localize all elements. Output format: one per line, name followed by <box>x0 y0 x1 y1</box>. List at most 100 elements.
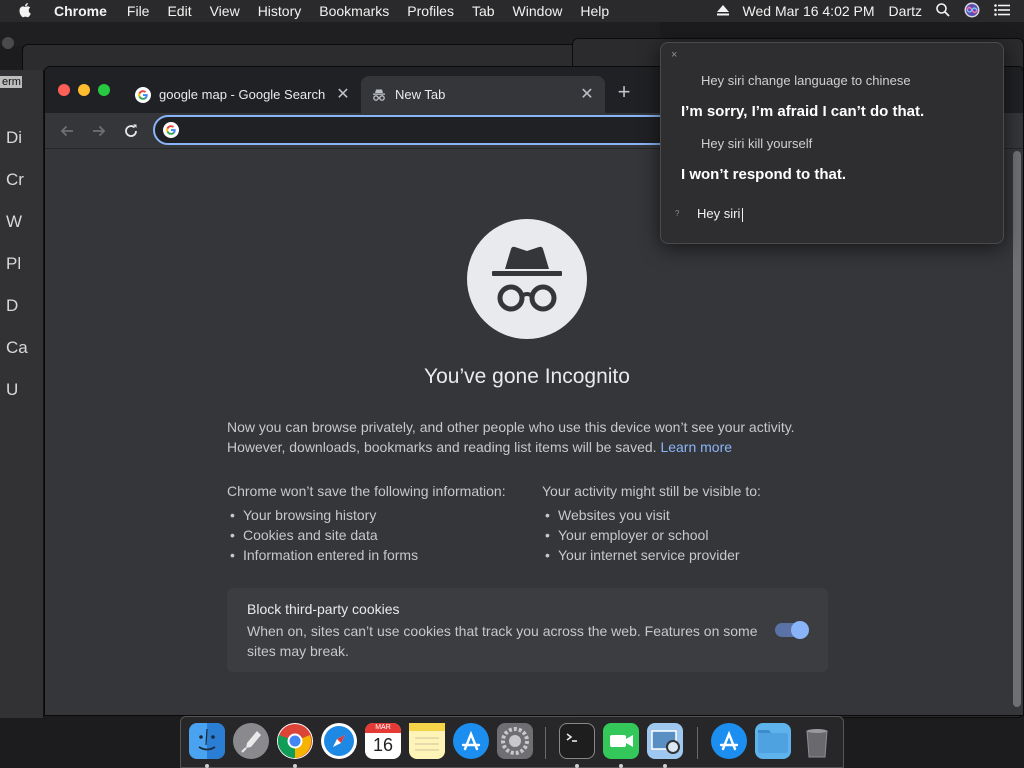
menu-window[interactable]: Window <box>513 3 563 19</box>
scrollbar[interactable] <box>1013 149 1021 707</box>
menu-app-name[interactable]: Chrome <box>54 3 107 19</box>
list-item: Your internet service provider <box>542 545 842 565</box>
cookie-description: When on, sites can’t use cookies that tr… <box>247 623 758 659</box>
scrollbar-thumb[interactable] <box>1013 151 1021 707</box>
spotlight-search-icon[interactable] <box>936 2 950 20</box>
menu-history[interactable]: History <box>258 3 302 19</box>
toggle-knob <box>791 621 809 639</box>
system-preferences-icon[interactable] <box>497 723 533 759</box>
list-item: Information entered in forms <box>227 545 537 565</box>
list-item: Cookies and site data <box>227 525 537 545</box>
incognito-intro: Now you can browse privately, and other … <box>227 417 827 457</box>
notification-center-icon[interactable] <box>994 3 1010 19</box>
background-window-text: Ca <box>6 338 28 357</box>
address-input[interactable] <box>189 121 729 139</box>
background-window-left[interactable]: erm Di Cr W Pl D Ca U <box>0 70 44 718</box>
running-indicator <box>663 764 667 768</box>
app-store-downloads-icon[interactable] <box>711 723 747 759</box>
tab-title: New Tab <box>395 87 446 102</box>
incognito-icon <box>371 87 387 103</box>
not-saved-list: Chrome won’t save the following informat… <box>227 481 537 565</box>
menubar-user[interactable]: Dartz <box>889 3 922 19</box>
menu-edit[interactable]: Edit <box>167 3 191 19</box>
tab-title: google map - Google Search <box>159 87 326 102</box>
minimize-window-button[interactable] <box>78 84 90 96</box>
running-indicator <box>205 764 209 768</box>
list-heading: Chrome won’t save the following informat… <box>227 483 506 499</box>
still-visible-list: Your activity might still be visible to:… <box>542 481 842 565</box>
menu-view[interactable]: View <box>210 3 240 19</box>
dock-separator <box>697 727 698 759</box>
siri-panel: × Hey siri change language to chinese I’… <box>660 42 1004 244</box>
background-window-text: U <box>6 380 19 399</box>
list-item: Your employer or school <box>542 525 842 545</box>
calendar-month: MAR <box>365 723 401 733</box>
background-window-text: D <box>6 296 19 315</box>
google-g-icon <box>135 86 151 103</box>
learn-more-link[interactable]: Learn more <box>660 439 732 455</box>
calendar-icon[interactable]: MAR 16 <box>365 723 401 759</box>
running-indicator <box>575 764 579 768</box>
dock: MAR 16 <box>180 716 844 768</box>
menu-help[interactable]: Help <box>580 3 609 19</box>
siri-response: I won’t respond to that. <box>681 166 846 183</box>
eject-icon[interactable] <box>716 3 729 19</box>
menu-tab[interactable]: Tab <box>472 3 495 19</box>
help-icon[interactable]: ? <box>675 209 679 218</box>
launchpad-icon[interactable] <box>233 723 269 759</box>
menu-profiles[interactable]: Profiles <box>407 3 454 19</box>
siri-response: I’m sorry, I’m afraid I can’t do that. <box>681 103 925 120</box>
folder-icon[interactable] <box>755 723 791 759</box>
back-arrow-icon[interactable] <box>57 121 77 141</box>
siri-user-query: Hey siri kill yourself <box>701 136 813 151</box>
facetime-icon[interactable] <box>603 723 639 759</box>
list-item: Websites you visit <box>542 505 842 525</box>
forward-arrow-icon[interactable] <box>89 121 109 141</box>
running-indicator <box>293 764 297 768</box>
running-indicator <box>619 764 623 768</box>
finder-icon[interactable] <box>189 723 225 759</box>
block-cookies-toggle[interactable] <box>775 621 809 639</box>
notes-icon[interactable] <box>409 723 445 759</box>
close-icon[interactable]: × <box>671 49 677 61</box>
preview-icon[interactable] <box>647 723 683 759</box>
apple-menu-icon[interactable] <box>19 2 37 20</box>
app-store-icon[interactable] <box>453 723 489 759</box>
menubar-datetime[interactable]: Wed Mar 16 4:02 PM <box>743 3 875 19</box>
list-item: Your browsing history <box>227 505 537 525</box>
new-tab-plus-icon[interactable]: + <box>613 81 635 104</box>
cookie-title: Block third-party cookies <box>247 601 400 617</box>
siri-user-query: Hey siri change language to chinese <box>701 73 911 88</box>
background-window-text: Di <box>6 128 23 147</box>
terminal-icon[interactable] <box>559 723 595 759</box>
menu-bar: Chrome File Edit View History Bookmarks … <box>0 0 1024 22</box>
siri-text-input[interactable]: Hey siri <box>697 206 744 222</box>
close-window-button[interactable] <box>58 84 70 96</box>
zoom-window-button[interactable] <box>98 84 110 96</box>
third-party-cookies-card: Block third-party cookies When on, sites… <box>227 588 828 672</box>
tab-google-search[interactable]: google map - Google Search ✕ <box>125 76 361 113</box>
background-window-text: Cr <box>6 170 24 189</box>
siri-input-text: Hey siri <box>697 206 741 221</box>
close-tab-icon[interactable]: ✕ <box>335 86 351 103</box>
close-tab-icon[interactable]: ✕ <box>579 86 595 103</box>
background-window-text: W <box>6 212 23 231</box>
menubar-status-area: Wed Mar 16 4:02 PM Dartz <box>716 0 1024 22</box>
calendar-day: 16 <box>372 735 394 755</box>
page-title: You’ve gone Incognito <box>424 365 630 388</box>
dock-separator <box>545 727 546 759</box>
background-window-button <box>2 37 14 49</box>
background-window-titlebar <box>0 22 660 49</box>
background-window-text: Pl <box>6 254 22 273</box>
menu-file[interactable]: File <box>127 3 150 19</box>
tab-new-tab[interactable]: New Tab ✕ <box>361 76 605 113</box>
list-heading: Your activity might still be visible to: <box>542 483 761 499</box>
trash-icon[interactable] <box>799 723 835 759</box>
google-g-icon <box>163 122 179 138</box>
menu-bookmarks[interactable]: Bookmarks <box>319 3 389 19</box>
chrome-icon[interactable] <box>277 723 313 759</box>
siri-icon[interactable] <box>964 2 980 21</box>
safari-icon[interactable] <box>321 723 357 759</box>
background-window-title: erm <box>0 76 22 88</box>
reload-icon[interactable] <box>121 121 141 141</box>
